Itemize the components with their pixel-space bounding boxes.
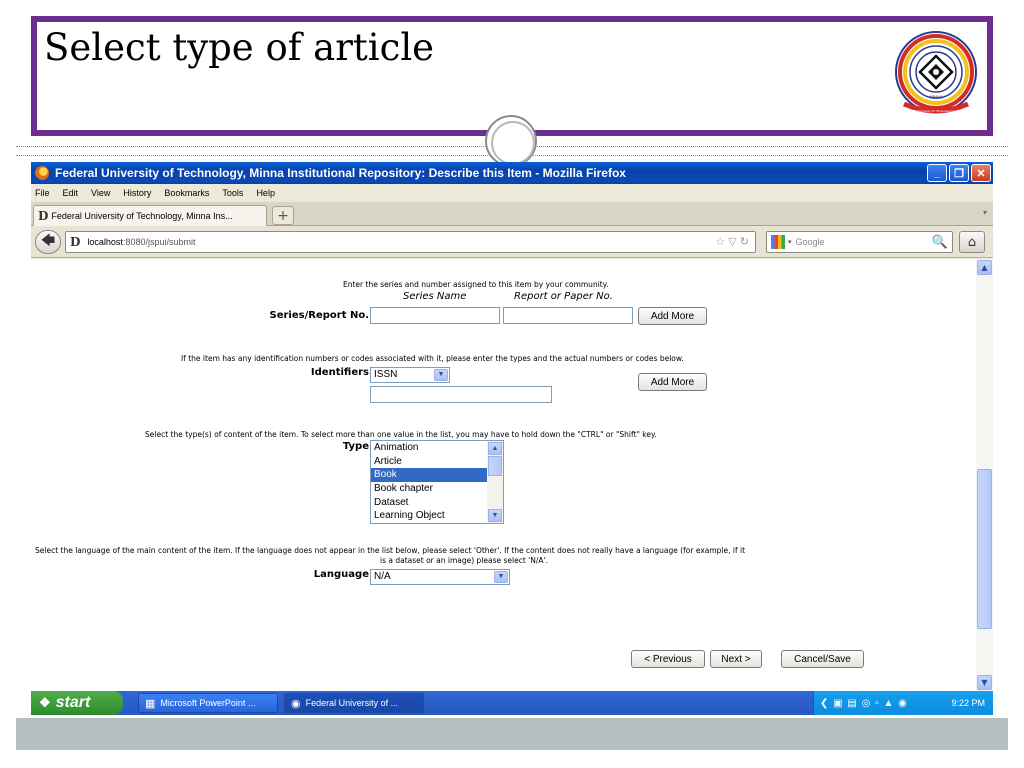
type-option[interactable]: Article [371, 455, 503, 469]
menu-help[interactable]: Help [256, 188, 275, 198]
cancel-save-button[interactable]: Cancel/Save [781, 650, 864, 668]
scroll-down-icon[interactable]: ▼ [488, 509, 502, 522]
firefox-icon: ◉ [291, 697, 301, 710]
url-path: :8080/jspui/submit [122, 237, 196, 247]
home-icon: ⌂ [967, 234, 977, 250]
identifiers-instruction: If the item has any identification numbe… [181, 354, 684, 363]
restore-button[interactable]: ❐ [949, 164, 969, 182]
svg-text:MINNA: MINNA [929, 95, 943, 100]
taskbar-item-firefox[interactable]: ◉ Federal University of ... [284, 693, 424, 713]
tab-list-dropdown-icon[interactable]: ▾ [983, 208, 987, 217]
type-option[interactable]: Learning Object [371, 509, 503, 523]
scroll-thumb[interactable] [977, 469, 992, 629]
identifier-type-select[interactable]: ISSN ▼ [370, 367, 450, 383]
tab-label: Federal University of Technology, Minna … [51, 211, 233, 221]
menu-file[interactable]: File [35, 188, 50, 198]
url-host: localhost [87, 237, 123, 247]
search-bar[interactable]: ▾ Google 🔍 [766, 231, 953, 253]
series-label: Series/Report No. [269, 310, 369, 321]
close-button[interactable]: ✕ [971, 164, 991, 182]
scroll-thumb[interactable] [488, 456, 502, 476]
report-no-header: Report or Paper No. [514, 291, 613, 302]
identifiers-add-more-button[interactable]: Add More [638, 373, 707, 391]
svg-text:Technology for Empowerment: Technology for Empowerment [913, 109, 960, 113]
windows-taskbar: ❖ start ▦ Microsoft PowerPoint ... ◉ Fed… [31, 691, 993, 715]
page-scrollbar[interactable]: ▲ ▼ [976, 259, 993, 691]
bookmark-star-icon[interactable]: ☆ ▽ ↻ [715, 235, 749, 248]
back-button[interactable]: 🡄 [35, 230, 61, 254]
series-instruction: Enter the series and number assigned to … [343, 280, 609, 289]
start-button[interactable]: ❖ start [31, 691, 123, 715]
series-add-more-button[interactable]: Add More [638, 307, 707, 325]
tray-icons[interactable]: ❮ ▣ ▤ ◎ ▫ ▲ ◉ [820, 698, 951, 709]
type-list-scrollbar[interactable]: ▲ ▼ [487, 441, 503, 523]
chevron-down-icon: ▼ [434, 369, 448, 381]
chevron-down-icon: ▼ [494, 571, 508, 583]
next-button[interactable]: Next > [710, 650, 762, 668]
dspace-favicon-icon: D [38, 209, 49, 223]
scroll-up-icon[interactable]: ▲ [488, 442, 502, 455]
site-favicon-icon: D [70, 235, 81, 249]
search-icon[interactable]: 🔍 [932, 234, 948, 250]
type-listbox[interactable]: Animation Article Book Book chapter Data… [370, 440, 504, 524]
taskbar-item-label: Microsoft PowerPoint ... [160, 698, 256, 708]
language-value: N/A [374, 571, 391, 582]
menu-edit[interactable]: Edit [63, 188, 79, 198]
new-tab-button[interactable]: + [272, 206, 294, 225]
taskbar-item-powerpoint[interactable]: ▦ Microsoft PowerPoint ... [138, 693, 278, 713]
language-label: Language [313, 569, 369, 580]
menu-bar: File Edit View History Bookmarks Tools H… [31, 184, 993, 202]
series-name-input[interactable] [370, 307, 500, 324]
google-engine-icon[interactable] [771, 235, 785, 249]
identifier-value-input[interactable] [370, 386, 552, 403]
type-option[interactable]: Book chapter [371, 482, 503, 496]
windows-logo-icon: ❖ [39, 695, 51, 710]
firefox-icon [35, 166, 49, 180]
language-select[interactable]: N/A ▼ [370, 569, 510, 585]
university-logo: MINNA Technology for Empowerment [895, 31, 977, 114]
url-bar[interactable]: D localhost:8080/jspui/submit ☆ ▽ ↻ [65, 231, 756, 253]
previous-button[interactable]: < Previous [631, 650, 705, 668]
report-no-input[interactable] [503, 307, 633, 324]
type-option[interactable]: Dataset [371, 496, 503, 510]
menu-tools[interactable]: Tools [222, 188, 243, 198]
menu-history[interactable]: History [123, 188, 151, 198]
firefox-window: Federal University of Technology, Minna … [31, 162, 993, 715]
menu-bookmarks[interactable]: Bookmarks [164, 188, 209, 198]
tab-bar: D Federal University of Technology, Minn… [31, 202, 993, 226]
type-option-selected[interactable]: Book [371, 468, 503, 483]
page-content: Enter the series and number assigned to … [31, 259, 976, 691]
scroll-up-icon[interactable]: ▲ [977, 260, 992, 275]
identifier-type-value: ISSN [374, 369, 398, 380]
search-placeholder: Google [795, 237, 825, 247]
window-titlebar: Federal University of Technology, Minna … [31, 162, 993, 184]
type-option[interactable]: Animation [371, 441, 503, 455]
window-title: Federal University of Technology, Minna … [55, 166, 626, 180]
identifiers-label: Identifiers [310, 367, 369, 378]
slide-title: Select type of article [44, 26, 435, 69]
slide-footer-band [16, 718, 1008, 750]
language-instruction-line2: is a dataset or an image) please select … [380, 556, 548, 565]
tab-repository[interactable]: D Federal University of Technology, Minn… [33, 205, 267, 226]
navigation-bar: 🡄 D localhost:8080/jspui/submit ☆ ▽ ↻ ▾ … [31, 226, 993, 258]
search-dropdown-icon[interactable]: ▾ [788, 238, 792, 246]
powerpoint-icon: ▦ [145, 697, 156, 710]
back-arrow-icon: 🡄 [40, 233, 56, 249]
scroll-down-icon[interactable]: ▼ [977, 675, 992, 690]
type-label: Type [342, 441, 369, 452]
decorative-ring [485, 115, 537, 167]
series-name-header: Series Name [403, 291, 467, 302]
language-instruction-line1: Select the language of the main content … [35, 546, 746, 555]
menu-view[interactable]: View [91, 188, 110, 198]
taskbar-item-label: Federal University of ... [305, 698, 399, 708]
home-button[interactable]: ⌂ [959, 231, 985, 253]
start-label: start [55, 694, 91, 711]
minimize-button[interactable]: _ [927, 164, 947, 182]
system-tray: ❮ ▣ ▤ ◎ ▫ ▲ ◉ 9:22 PM [813, 691, 993, 715]
clock: 9:22 PM [951, 698, 985, 708]
type-instruction: Select the type(s) of content of the ite… [145, 430, 657, 439]
